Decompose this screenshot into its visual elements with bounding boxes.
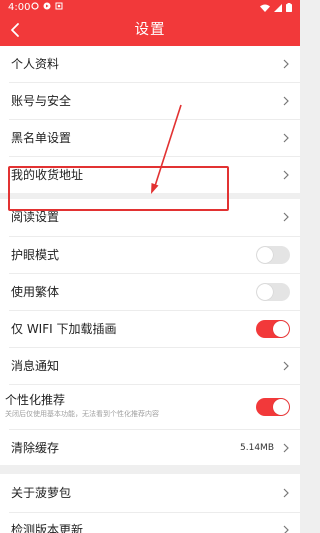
chevron-right-icon <box>283 488 289 498</box>
menu-item-label: 清除缓存 <box>11 441 60 455</box>
menu-item-wifi-images: 仅 WIFI 下加载插画 <box>0 311 300 347</box>
menu-item-traditional-chinese: 使用繁体 <box>0 274 300 310</box>
chevron-right-icon <box>283 133 289 143</box>
page-title: 设置 <box>134 22 166 38</box>
menu-item-about[interactable]: 关于菠萝包 <box>0 474 300 512</box>
status-notification-icons <box>31 2 63 10</box>
menu-item-label: 个性化推荐 <box>5 393 66 407</box>
settings-notification-icon <box>31 2 39 10</box>
battery-icon <box>286 3 292 12</box>
toggle-knob <box>273 399 289 415</box>
menu-item-account-security[interactable]: 账号与安全 <box>0 83 300 120</box>
toggle-knob <box>257 247 273 263</box>
menu-item-label: 消息通知 <box>11 359 60 373</box>
wifi-icon <box>260 4 270 12</box>
menu-item-label: 使用繁体 <box>11 285 60 299</box>
chevron-right-icon <box>283 361 289 371</box>
menu-item-personalized: 个性化推荐 关闭后仅使用基本功能，无法看到个性化推荐内容 <box>0 385 300 429</box>
menu-item-shipping-address[interactable]: 我的收货地址 <box>0 157 300 193</box>
personalized-toggle[interactable] <box>256 398 290 416</box>
chevron-right-icon <box>283 170 289 180</box>
status-time: 4:00 <box>8 2 31 13</box>
eye-protection-toggle[interactable] <box>256 246 290 264</box>
reading-settings-group: 阅读设置 护眼模式 使用繁体 仅 WIFI 下加载插画 消息通知 个性化推荐 关… <box>0 199 300 465</box>
menu-item-label: 黑名单设置 <box>11 131 72 145</box>
menu-item-label: 检测版本更新 <box>11 523 84 533</box>
menu-item-label: 关于菠萝包 <box>11 486 72 500</box>
menu-item-label: 账号与安全 <box>11 94 72 108</box>
menu-item-clear-cache[interactable]: 清除缓存 5.14MB <box>0 430 300 465</box>
app-header: 4:00 设置 <box>0 0 300 46</box>
status-right-icons <box>260 3 292 12</box>
cache-size: 5.14MB <box>240 443 274 453</box>
about-group: 关于菠萝包 检测版本更新 <box>0 474 300 533</box>
menu-item-reading-settings[interactable]: 阅读设置 <box>0 199 300 236</box>
status-bar: 4:00 <box>0 0 300 16</box>
toggle-knob <box>257 284 273 300</box>
traditional-chinese-toggle[interactable] <box>256 283 290 301</box>
menu-item-label: 我的收货地址 <box>11 168 84 182</box>
chevron-right-icon <box>283 59 289 69</box>
chevron-right-icon <box>283 525 289 533</box>
play-notification-icon <box>43 2 51 10</box>
menu-item-description: 关闭后仅使用基本功能，无法看到个性化推荐内容 <box>5 410 159 418</box>
chevron-right-icon <box>283 96 289 106</box>
chevron-right-icon <box>283 443 289 453</box>
menu-item-blacklist[interactable]: 黑名单设置 <box>0 120 300 156</box>
menu-item-label: 阅读设置 <box>11 210 60 224</box>
wifi-images-toggle[interactable] <box>256 320 290 338</box>
toggle-knob <box>273 321 289 337</box>
account-settings-group: 个人资料 账号与安全 黑名单设置 我的收货地址 <box>0 46 300 193</box>
record-notification-icon <box>55 2 63 10</box>
menu-item-label: 仅 WIFI 下加载插画 <box>11 322 117 336</box>
menu-item-eye-protection: 护眼模式 <box>0 237 300 273</box>
menu-item-label: 个人资料 <box>11 57 60 71</box>
menu-item-profile[interactable]: 个人资料 <box>0 46 300 83</box>
signal-icon <box>274 3 282 12</box>
menu-item-label: 护眼模式 <box>11 248 60 262</box>
menu-item-notifications[interactable]: 消息通知 <box>0 348 300 384</box>
chevron-right-icon <box>283 212 289 222</box>
menu-item-check-update[interactable]: 检测版本更新 <box>0 513 300 533</box>
